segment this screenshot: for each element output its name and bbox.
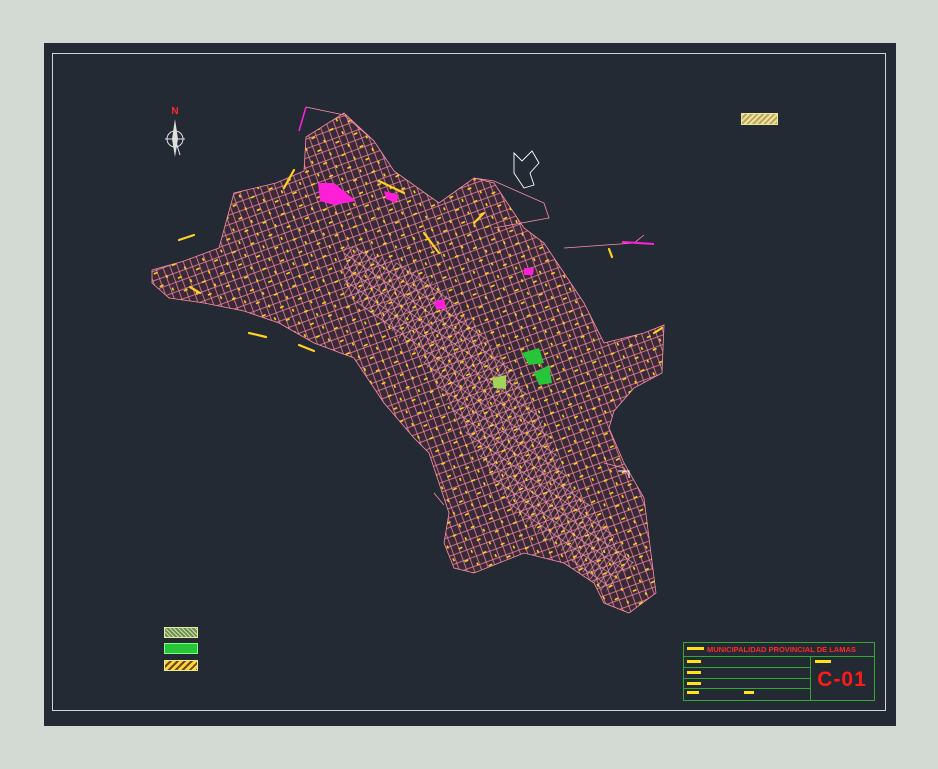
sheet-code: C-01 xyxy=(817,668,867,691)
tb-mark xyxy=(687,660,701,663)
tb-mark xyxy=(687,691,699,694)
green-hatch-swatch xyxy=(164,627,198,638)
north-arrow: N xyxy=(158,107,192,169)
tb-divider xyxy=(684,667,811,668)
north-letter: N xyxy=(171,106,179,117)
tb-divider xyxy=(684,688,811,689)
tb-divider xyxy=(684,678,811,679)
tb-mark xyxy=(687,671,701,674)
urban-area xyxy=(151,112,665,614)
yellow-hatch-swatch xyxy=(164,660,198,671)
tb-mark xyxy=(687,682,701,685)
legend-swatch-top xyxy=(741,113,778,125)
title-block-title: MUNICIPALIDAD PROVINCIAL DE LAMAS xyxy=(707,645,856,654)
tb-divider xyxy=(684,656,874,657)
tb-mark xyxy=(687,647,704,650)
north-arrow-icon xyxy=(165,119,185,157)
title-block: MUNICIPALIDAD PROVINCIAL DE LAMAS C-01 xyxy=(683,642,875,701)
green-fill-swatch xyxy=(164,643,198,654)
drawing-sheet: N MUNICIPALIDAD PROVINCIAL DE LAMAS C-01 xyxy=(44,43,896,726)
tb-mark xyxy=(815,660,831,663)
tb-mark xyxy=(744,691,754,694)
